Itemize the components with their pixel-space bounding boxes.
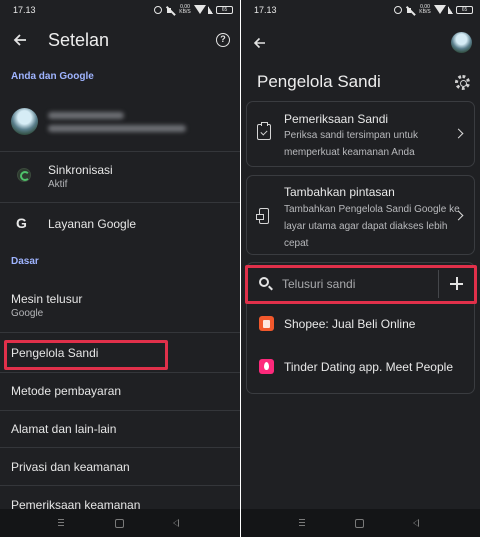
card-title: Pemeriksaan Sandi (284, 112, 389, 126)
tinder-icon (259, 359, 274, 374)
wifi-icon (434, 5, 446, 14)
alarm-icon (154, 6, 162, 14)
status-bar: 17.13 0,00 KB/S 65 (0, 0, 240, 22)
password-checkup-card[interactable]: Pemeriksaan Sandi Periksa sandi tersimpa… (246, 101, 475, 167)
divider (0, 485, 240, 486)
sync-title: Sinkronisasi (48, 163, 113, 177)
card-description: Tambahkan Pengelola Sandi Google ke laya… (284, 204, 460, 249)
password-site-name: Shopee: Jual Beli Online (284, 317, 416, 331)
clipboard-check-icon (257, 122, 271, 140)
divider (0, 332, 240, 333)
sync-status: Aktif (48, 179, 68, 190)
battery-icon: 65 (216, 6, 233, 14)
status-time: 17.13 (254, 5, 277, 15)
back-arrow-icon[interactable] (250, 33, 270, 53)
signal-icon (448, 6, 453, 14)
recent-apps-icon[interactable] (296, 517, 308, 529)
highlight-box (4, 340, 168, 370)
card-title: Tambahkan pintasan (284, 185, 395, 199)
avatar[interactable] (451, 32, 472, 53)
page-title: Pengelola Sandi (257, 72, 381, 91)
battery-icon: 65 (456, 6, 473, 14)
google-g-icon: G (16, 215, 27, 231)
back-nav-icon[interactable] (410, 517, 422, 529)
menu-item-addresses[interactable]: Alamat dan lain-lain (11, 422, 116, 436)
network-speed: 0,00 KB/S (419, 4, 431, 15)
signal-icon (208, 6, 213, 14)
password-site-name: Tinder Dating app. Meet People (284, 360, 453, 374)
add-to-home-icon (256, 208, 269, 224)
divider (0, 151, 240, 152)
system-nav-bar (0, 509, 240, 537)
alarm-icon (394, 6, 402, 14)
list-item[interactable]: Tinder Dating app. Meet People (247, 349, 476, 387)
system-nav-bar (241, 509, 480, 537)
back-arrow-icon[interactable] (10, 30, 30, 50)
gear-icon[interactable] (455, 75, 470, 90)
divider (0, 447, 240, 448)
menu-item-privacy-security[interactable]: Privasi dan keamanan (11, 460, 130, 474)
status-time: 17.13 (13, 5, 36, 15)
search-engine-title: Mesin telusur (11, 292, 83, 306)
divider (0, 410, 240, 411)
list-item[interactable]: Shopee: Jual Beli Online (247, 306, 476, 344)
mute-icon (406, 6, 415, 15)
divider (0, 202, 240, 203)
menu-item-payment-methods[interactable]: Metode pembayaran (11, 384, 121, 398)
account-row[interactable] (0, 98, 240, 146)
add-shortcut-card[interactable]: Tambahkan pintasan Tambahkan Pengelola S… (246, 175, 475, 255)
sync-row[interactable] (0, 155, 240, 197)
network-speed: 0,00 KB/S (179, 4, 191, 15)
home-icon[interactable] (113, 517, 125, 529)
page-title: Setelan (48, 30, 110, 50)
search-engine-value: Google (11, 308, 44, 319)
recent-apps-icon[interactable] (55, 517, 67, 529)
sync-icon (17, 168, 31, 182)
section-label-account: Anda dan Google (11, 71, 94, 82)
highlight-box (245, 265, 477, 304)
account-email-redacted (48, 125, 186, 132)
google-services-title: Layanan Google (48, 217, 137, 231)
back-nav-icon[interactable] (170, 517, 182, 529)
account-name-redacted (48, 112, 124, 119)
wifi-icon (194, 5, 206, 14)
home-icon[interactable] (353, 517, 365, 529)
settings-screen: 17.13 0,00 KB/S 65 Setelan ? Anda dan Go… (0, 0, 240, 537)
help-icon[interactable]: ? (216, 33, 230, 47)
card-description: Periksa sandi tersimpan untuk memperkuat… (284, 130, 418, 158)
section-label-basics: Dasar (11, 256, 39, 267)
shopee-icon (259, 316, 274, 331)
mute-icon (166, 6, 175, 15)
divider (0, 372, 240, 373)
status-bar: 17.13 0,00 KB/S 65 (241, 0, 480, 22)
password-manager-screen: 17.13 0,00 KB/S 65 Pengelola Sandi Pemer… (241, 0, 480, 537)
avatar (11, 108, 38, 135)
